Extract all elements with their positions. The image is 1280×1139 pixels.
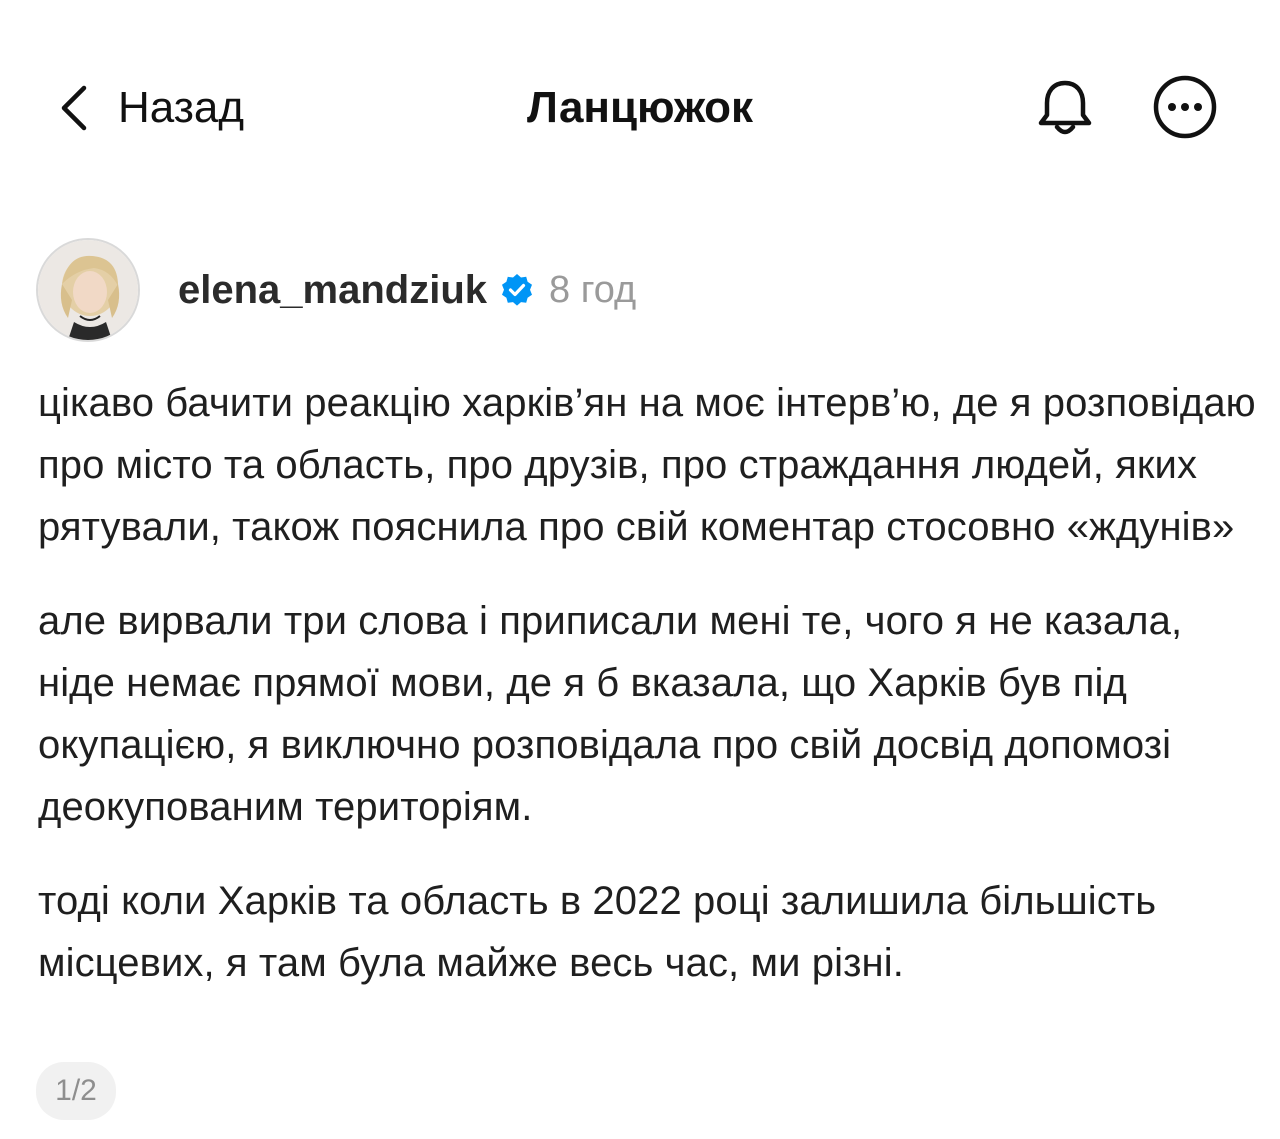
username[interactable]: elena_mandziuk <box>178 268 487 313</box>
post-paragraph: але вирвали три слова і приписали мені т… <box>38 599 1183 829</box>
back-button[interactable]: Назад <box>58 78 244 138</box>
bell-icon <box>1033 75 1097 144</box>
chevron-left-icon <box>58 83 92 133</box>
avatar[interactable] <box>36 238 140 342</box>
more-options-button[interactable] <box>1150 74 1220 144</box>
more-icon <box>1152 74 1218 145</box>
thread-pager-badge: 1/2 <box>36 1062 116 1120</box>
post-body: цікаво бачити реакцію харків’ян на моє і… <box>38 372 1258 1026</box>
notifications-button[interactable] <box>1030 74 1100 144</box>
top-navigation-bar: Назад Ланцюжок <box>0 0 1280 215</box>
post-header: elena_mandziuk 8 год <box>36 236 636 344</box>
verified-badge-icon <box>499 272 535 308</box>
post-paragraph: цікаво бачити реакцію харків’ян на моє і… <box>38 381 1256 549</box>
back-label: Назад <box>118 83 245 132</box>
post-paragraph: тоді коли Харків та область в 2022 році … <box>38 879 1157 985</box>
post-timestamp: 8 год <box>549 268 637 311</box>
